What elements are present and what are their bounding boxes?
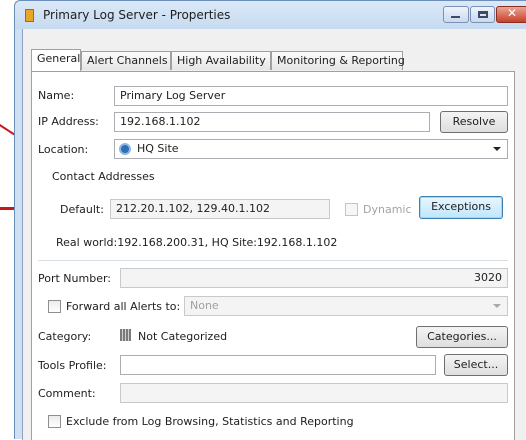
category-icon	[120, 329, 131, 341]
dynamic-label: Dynamic	[363, 203, 412, 216]
chevron-down-icon	[493, 304, 501, 308]
dialog-client-area: General Alert Channels High Availability…	[22, 29, 526, 440]
forward-alerts-dropdown[interactable]: None	[184, 296, 508, 316]
comment-label: Comment:	[38, 387, 96, 400]
ip-address-field[interactable]: 192.168.1.102	[114, 112, 430, 132]
chevron-down-icon	[493, 147, 501, 151]
tab-monitoring-reporting[interactable]: Monitoring & Reporting	[271, 51, 405, 70]
exclude-label: Exclude from Log Browsing, Statistics an…	[66, 415, 354, 428]
window-title: Primary Log Server - Properties	[43, 8, 231, 22]
title-bar[interactable]: Primary Log Server - Properties ✕	[15, 1, 526, 29]
server-icon	[25, 9, 34, 22]
minimize-icon	[451, 16, 460, 18]
tab-high-availability-label: High Availability	[177, 54, 266, 67]
maximize-icon	[478, 11, 488, 18]
section-divider	[38, 260, 508, 261]
tab-alert-channels[interactable]: Alert Channels	[81, 51, 171, 70]
forward-alerts-label: Forward all Alerts to:	[66, 300, 181, 313]
select-button[interactable]: Select...	[444, 354, 508, 376]
properties-window: Primary Log Server - Properties ✕ Genera…	[14, 0, 526, 440]
exceptions-button[interactable]: Exceptions	[419, 196, 503, 219]
ip-address-label: IP Address:	[38, 115, 99, 128]
exclude-checkbox[interactable]	[48, 415, 61, 428]
location-dropdown[interactable]: HQ Site	[114, 139, 508, 159]
close-button[interactable]: ✕	[496, 6, 526, 23]
category-label: Category:	[38, 330, 92, 343]
name-field[interactable]: Primary Log Server	[114, 86, 508, 106]
tools-profile-field[interactable]	[120, 355, 436, 375]
close-icon: ✕	[507, 6, 518, 20]
site-icon	[119, 143, 131, 155]
forward-alerts-checkbox[interactable]	[48, 300, 61, 313]
contact-addresses-label: Contact Addresses	[52, 170, 155, 183]
dynamic-checkbox[interactable]	[345, 203, 358, 216]
category-value: Not Categorized	[138, 330, 228, 343]
location-value: HQ Site	[137, 142, 179, 155]
comment-field[interactable]	[120, 383, 508, 403]
resolve-button[interactable]: Resolve	[440, 111, 508, 133]
tab-alert-channels-label: Alert Channels	[87, 54, 168, 67]
maximize-button[interactable]	[470, 6, 495, 23]
forward-alerts-value: None	[190, 299, 219, 312]
categories-button[interactable]: Categories...	[416, 326, 508, 348]
tab-general-label: General	[37, 52, 81, 65]
default-address-field[interactable]: 212.20.1.102, 129.40.1.102	[110, 199, 330, 219]
tools-profile-label: Tools Profile:	[38, 359, 107, 372]
location-label: Location:	[38, 143, 89, 156]
minimize-button[interactable]	[443, 6, 469, 23]
tab-monitoring-reporting-label: Monitoring & Reporting	[277, 54, 405, 67]
name-label: Name:	[38, 89, 75, 102]
default-label: Default:	[60, 203, 104, 216]
tab-general[interactable]: General	[31, 49, 81, 71]
contact-summary: Real world:192.168.200.31, HQ Site:192.1…	[56, 236, 338, 249]
general-panel: Name: Primary Log Server IP Address: 192…	[31, 71, 515, 440]
port-number-field[interactable]: 3020	[120, 268, 508, 288]
tab-high-availability[interactable]: High Availability	[171, 51, 271, 70]
port-number-value: 3020	[474, 271, 502, 284]
port-number-label: Port Number:	[38, 272, 112, 285]
